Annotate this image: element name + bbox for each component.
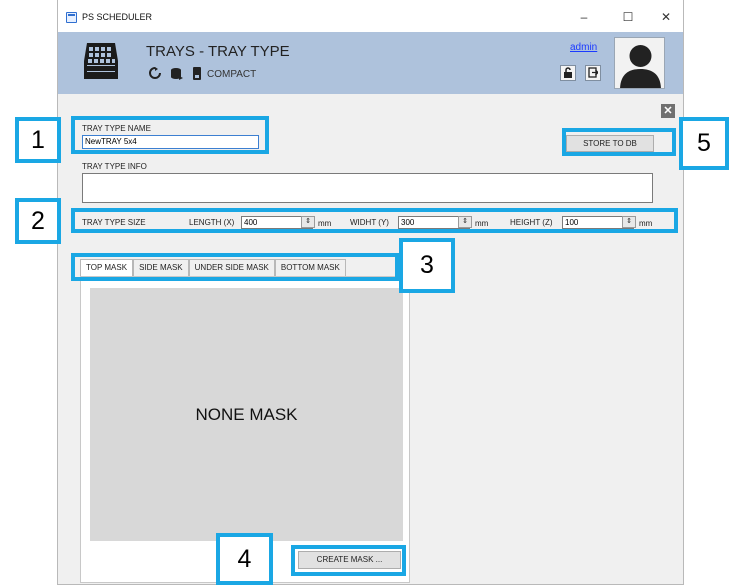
callout-1-highlight [71,116,269,154]
callout-1-number: 1 [15,117,61,163]
close-button[interactable]: ✕ [651,8,681,26]
window-title: PS SCHEDULER [82,12,153,22]
minimize-button[interactable]: – [569,8,599,26]
device-icon[interactable] [192,66,202,82]
tray-type-info-field[interactable] [82,173,653,203]
callout-4-number: 4 [216,533,273,585]
callout-3-highlight [71,253,399,281]
logout-icon[interactable] [585,65,601,81]
header-icon-row [149,66,202,82]
callout-2-number: 2 [15,198,61,244]
compact-mode-label[interactable]: COMPACT [207,69,256,80]
callout-4-highlight [291,545,406,576]
user-link[interactable]: admin [570,42,597,53]
app-icon [66,12,77,23]
none-mask-text: NONE MASK [195,405,298,424]
page-title: TRAYS - TRAY TYPE [146,43,290,60]
callout-5-number: 5 [679,117,729,170]
maximize-button[interactable]: ☐ [613,8,643,26]
close-panel-icon[interactable]: ✕ [661,104,675,118]
tray-type-info-label: TRAY TYPE INFO [82,162,147,171]
refresh-icon[interactable] [149,67,161,81]
database-icon[interactable] [170,67,183,82]
callout-2-highlight [71,208,678,233]
avatar[interactable] [614,37,665,89]
callout-3-number: 3 [399,238,455,293]
unlock-icon[interactable] [560,65,576,81]
tray-icon [84,43,118,79]
callout-5-highlight [562,128,676,156]
